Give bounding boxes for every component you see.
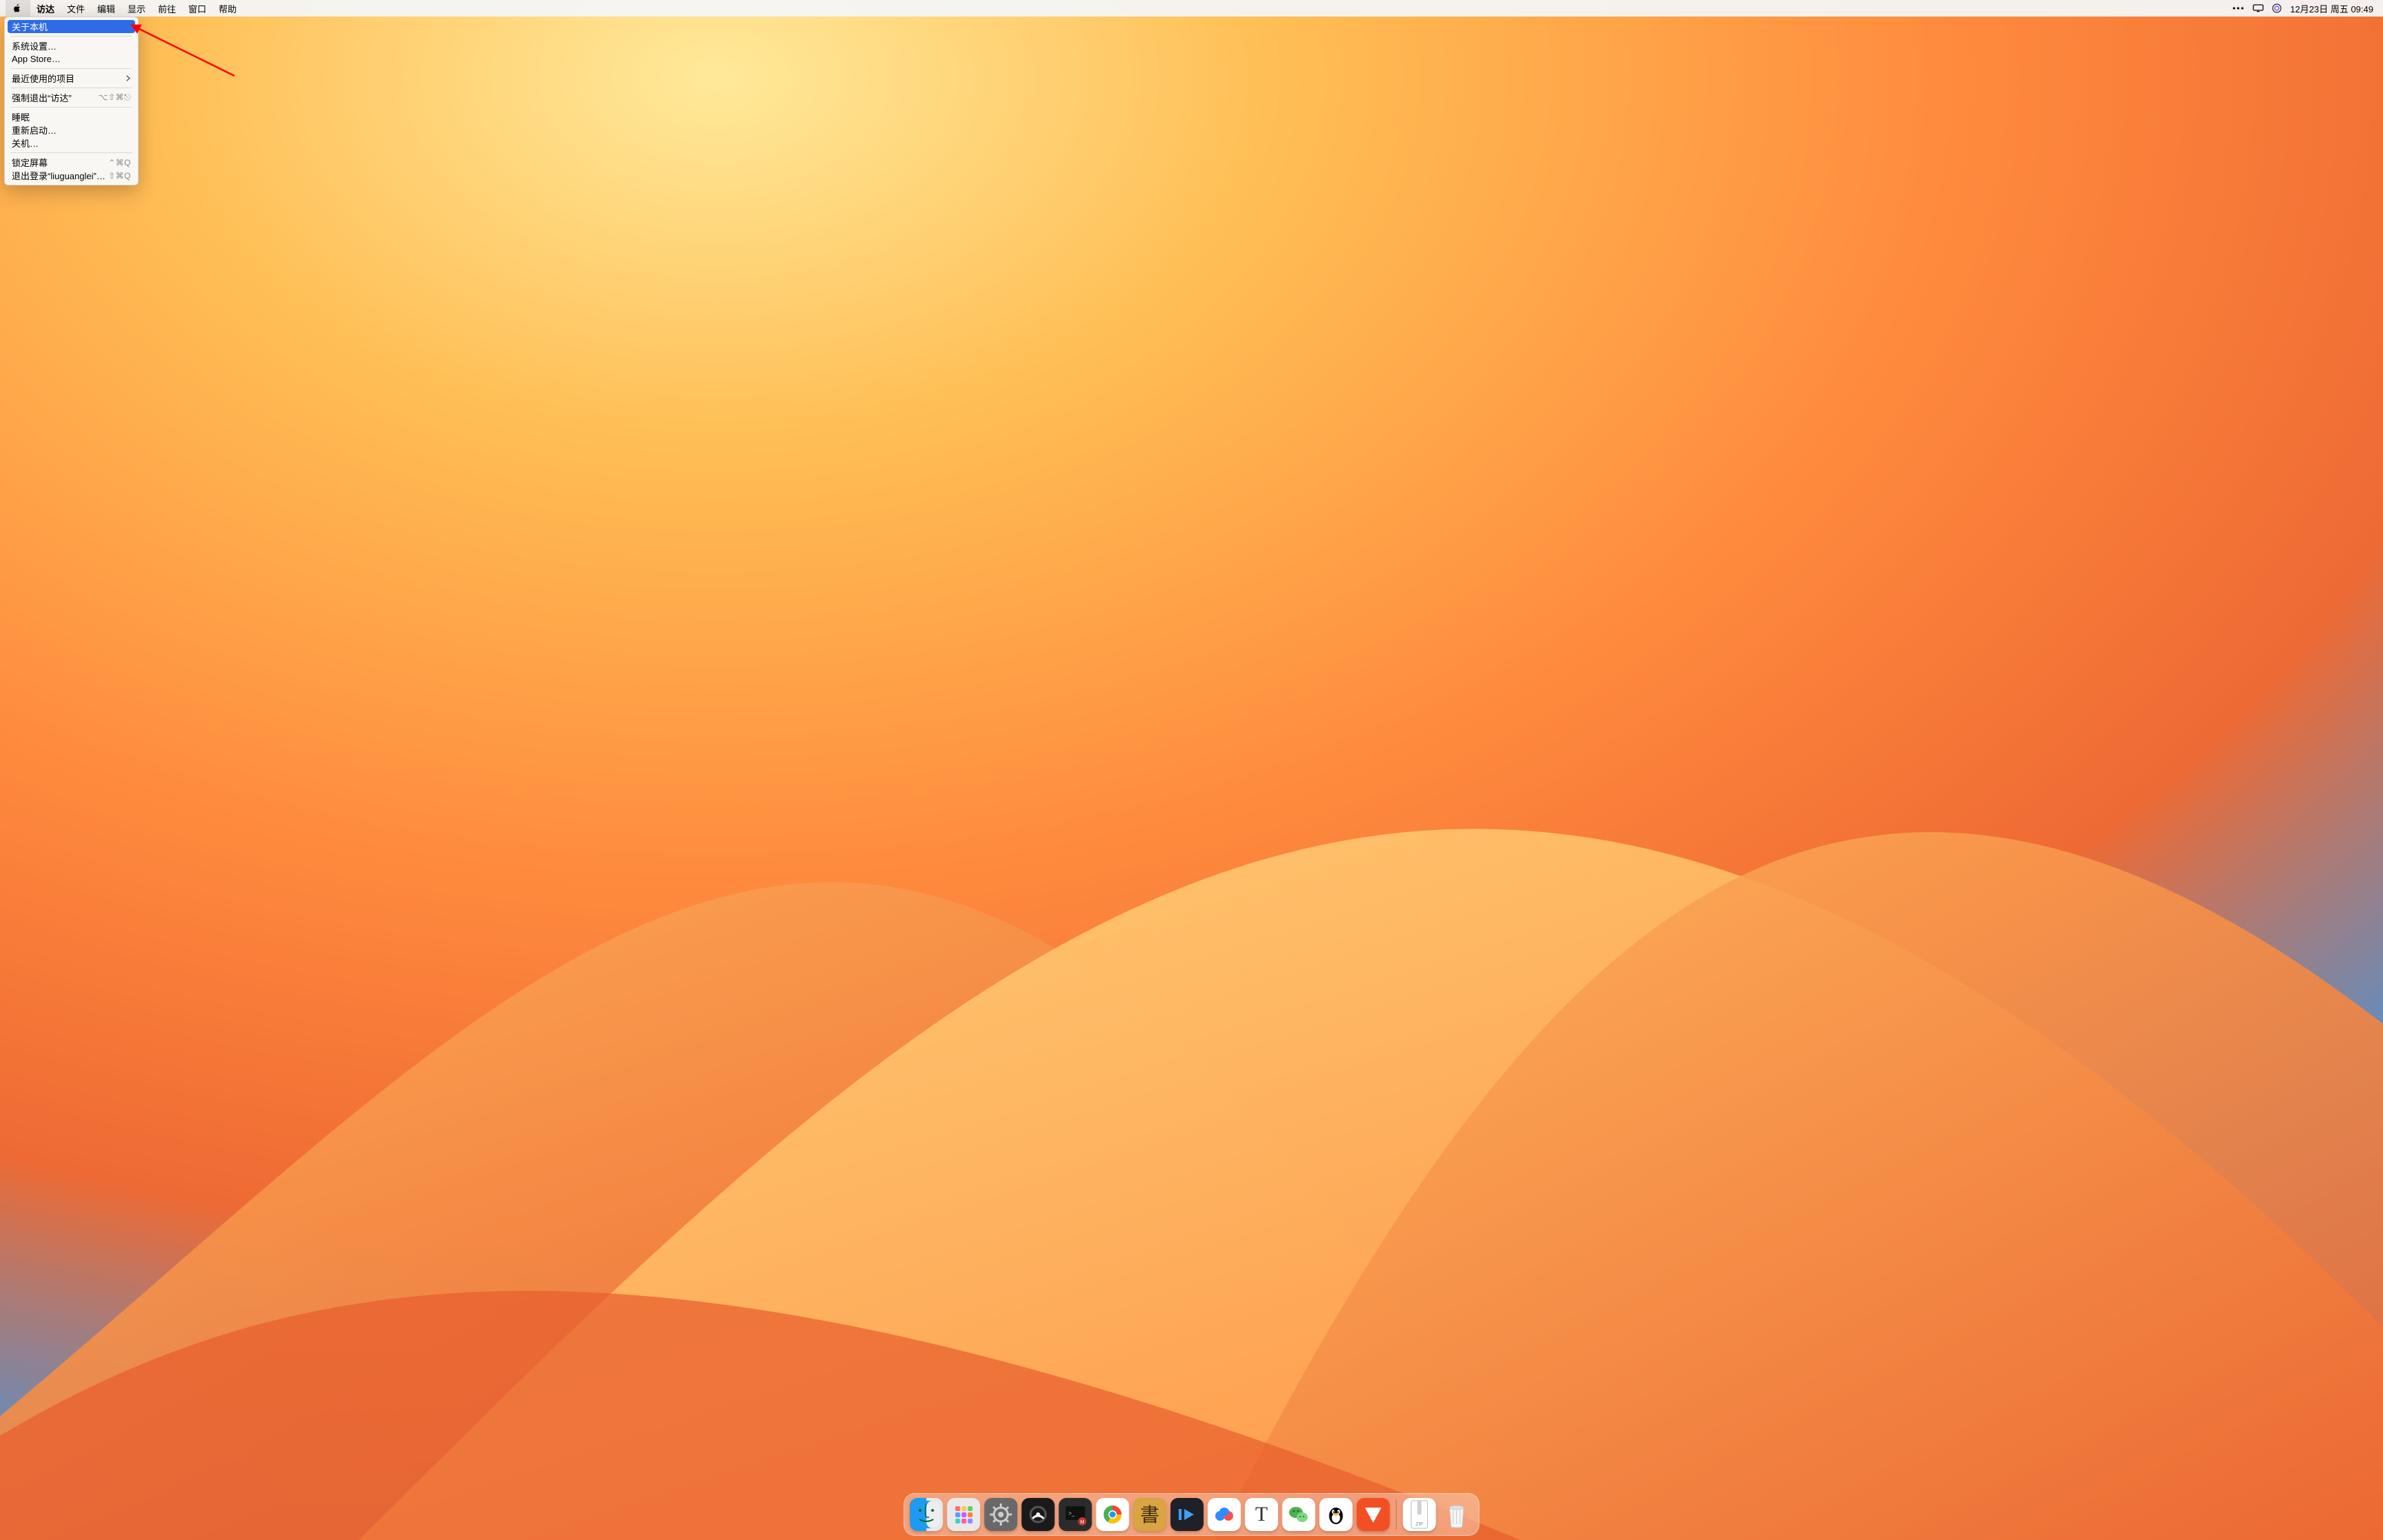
wechat-icon xyxy=(1285,1501,1313,1528)
apple-dropdown-menu: 关于本机 系统设置… App Store… 最近使用的项目 强制退出“访达” ⌥… xyxy=(4,17,139,185)
ellipsis-icon xyxy=(2232,3,2244,13)
menu-shutdown[interactable]: 关机… xyxy=(5,136,138,150)
svg-text:>_: >_ xyxy=(1069,1510,1076,1517)
menu-separator xyxy=(10,152,132,153)
siri-icon xyxy=(2272,3,2282,13)
zip-file-icon: ZIP xyxy=(1406,1498,1434,1531)
menubar-left: 访达 文件 编辑 显示 前往 窗口 帮助 xyxy=(6,0,243,17)
chrome-icon xyxy=(1099,1501,1127,1528)
dock-app-chrome[interactable] xyxy=(1096,1498,1129,1531)
menu-item-shortcut: ⌥⇧⌘⎋ xyxy=(99,92,131,103)
menu-recent-items[interactable]: 最近使用的项目 xyxy=(5,72,138,85)
menu-window[interactable]: 窗口 xyxy=(182,0,212,17)
menu-item-shortcut: ⌃⌘Q xyxy=(108,158,131,168)
dock-app-baidu-netdisk[interactable] xyxy=(1208,1498,1241,1531)
menubar-right: 12月23日 周五 09:49 xyxy=(2232,0,2377,17)
menu-help[interactable]: 帮助 xyxy=(212,0,243,17)
menubar-datetime[interactable]: 12月23日 周五 09:49 xyxy=(2290,0,2373,17)
menu-item-label: 关机… xyxy=(12,136,39,150)
menu-separator xyxy=(10,68,132,69)
menu-item-label: 锁定屏幕 xyxy=(12,156,48,169)
menu-view[interactable]: 显示 xyxy=(121,0,152,17)
dock-app-qq[interactable] xyxy=(1320,1498,1353,1531)
dock-app-cleanmymac[interactable] xyxy=(1022,1498,1055,1531)
menu-app-store[interactable]: App Store… xyxy=(5,52,138,65)
menu-item-label: 关于本机 xyxy=(12,20,48,33)
text-t-icon: T xyxy=(1255,1503,1267,1526)
calligraphy-icon: 書 xyxy=(1136,1501,1164,1528)
menu-item-label: 系统设置… xyxy=(12,39,57,52)
menu-item-label: 退出登录“liuguanglei”… xyxy=(12,169,105,182)
play-icon xyxy=(1174,1501,1201,1528)
dock-trash[interactable] xyxy=(1440,1498,1474,1531)
menu-lock-screen[interactable]: 锁定屏幕 ⌃⌘Q xyxy=(5,156,138,169)
menu-item-label: 最近使用的项目 xyxy=(12,72,74,85)
svg-text:書: 書 xyxy=(1140,1504,1159,1526)
dock-app-calligraphy[interactable]: 書 xyxy=(1134,1498,1167,1531)
dock-app-iterm[interactable]: >_ M xyxy=(1059,1498,1092,1531)
menu-edit[interactable]: 编辑 xyxy=(91,0,121,17)
wps-icon xyxy=(1360,1501,1387,1528)
menu-item-shortcut: ⇧⌘Q xyxy=(108,171,131,181)
launchpad-icon xyxy=(950,1501,978,1528)
dock-app-system-settings[interactable] xyxy=(985,1498,1018,1531)
terminal-icon: >_ M xyxy=(1062,1501,1089,1528)
finder-icon xyxy=(913,1501,941,1528)
svg-text:ZIP: ZIP xyxy=(1416,1522,1423,1527)
menu-item-label: 重新启动… xyxy=(12,123,57,136)
menubar: 访达 文件 编辑 显示 前往 窗口 帮助 12月23日 周五 09:49 xyxy=(0,0,2383,17)
gear-icon xyxy=(987,1501,1015,1528)
dock-app-wechat[interactable] xyxy=(1283,1498,1316,1531)
menu-system-settings[interactable]: 系统设置… xyxy=(5,39,138,52)
status-more-icon[interactable] xyxy=(2232,0,2244,17)
menu-separator xyxy=(10,36,132,37)
menu-file[interactable]: 文件 xyxy=(61,0,91,17)
dock-file-zip[interactable]: ZIP xyxy=(1403,1498,1436,1531)
menu-restart[interactable]: 重新启动… xyxy=(5,123,138,136)
menu-item-label: 睡眠 xyxy=(12,110,30,123)
menu-item-label: App Store… xyxy=(12,54,61,64)
apple-menu-button[interactable] xyxy=(6,0,30,17)
cloud-icon xyxy=(1211,1501,1238,1528)
dock-separator xyxy=(1396,1499,1397,1530)
menu-force-quit[interactable]: 强制退出“访达” ⌥⇧⌘⎋ xyxy=(5,91,138,104)
chevron-right-icon xyxy=(126,73,131,83)
dock-app-wps[interactable] xyxy=(1357,1498,1390,1531)
apple-logo-icon xyxy=(12,3,22,13)
dock-app-typora[interactable]: T xyxy=(1245,1498,1278,1531)
display-icon xyxy=(2253,3,2264,13)
penguin-icon xyxy=(1323,1501,1350,1528)
camera-gauge-icon xyxy=(1025,1501,1052,1528)
dock: >_ M 書 T ZIP xyxy=(904,1493,1480,1536)
trash-icon xyxy=(1443,1498,1471,1531)
app-name-menu[interactable]: 访达 xyxy=(30,0,61,17)
menu-item-label: 强制退出“访达” xyxy=(12,91,72,104)
svg-text:M: M xyxy=(1080,1520,1085,1525)
dock-app-finder[interactable] xyxy=(910,1498,943,1531)
desktop-wallpaper xyxy=(0,0,2383,1540)
status-siri-icon[interactable] xyxy=(2272,0,2282,17)
menu-go[interactable]: 前往 xyxy=(152,0,182,17)
menu-about-this-mac[interactable]: 关于本机 xyxy=(8,20,135,33)
status-display-icon[interactable] xyxy=(2253,0,2264,17)
menu-sleep[interactable]: 睡眠 xyxy=(5,110,138,123)
dock-app-video-player[interactable] xyxy=(1171,1498,1204,1531)
dock-app-launchpad[interactable] xyxy=(947,1498,981,1531)
menu-separator xyxy=(10,107,132,108)
menu-logout[interactable]: 退出登录“liuguanglei”… ⇧⌘Q xyxy=(5,169,138,182)
